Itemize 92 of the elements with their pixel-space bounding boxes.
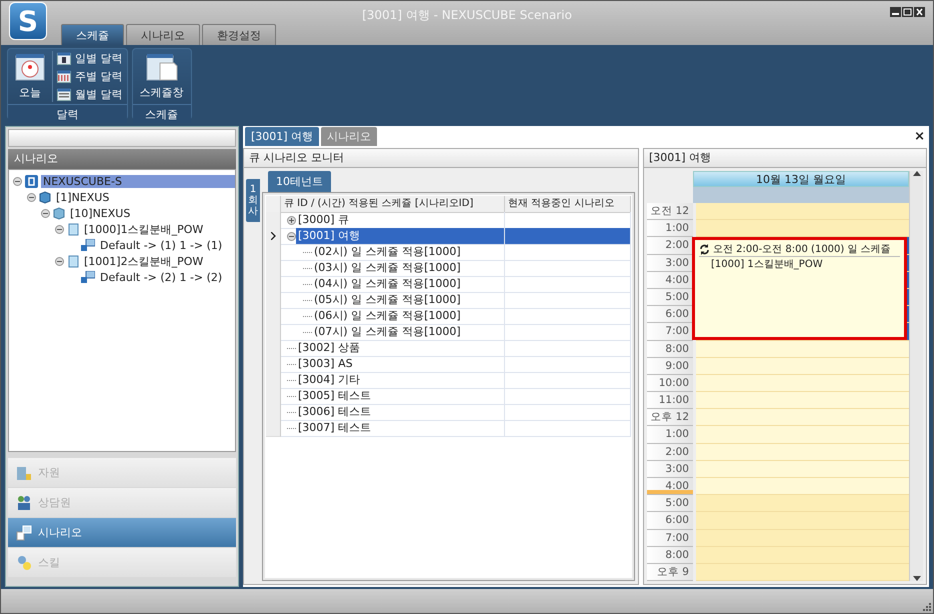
side-tab[interactable]: 1회사: [246, 179, 260, 222]
tree-cell: (02시) 일 스케쥴 적용[1000]: [312, 244, 504, 260]
panel-title: [3001] 여행: [644, 149, 926, 168]
tree-cell: [3003] AS: [296, 356, 504, 372]
collapse-toggle-icon[interactable]: [13, 176, 22, 186]
time-label: 1:00: [647, 426, 693, 444]
tree-item[interactable]: [1001]2스킬분배_POW: [82, 254, 206, 268]
menu-tab[interactable]: 시나리오: [126, 24, 200, 45]
tree-cell: (05시) 일 스케쥴 적용[1000]: [312, 292, 504, 308]
appointment-text: [1000] 1스킬분배_POW: [710, 258, 824, 272]
time-label: 4:00: [647, 478, 693, 496]
tree-cell: [3004] 기타: [296, 372, 504, 388]
tree-cell: (07시) 일 스케쥴 적용[1000]: [312, 324, 504, 340]
scroll-up-icon[interactable]: [912, 171, 920, 176]
collapse-toggle-icon[interactable]: [27, 192, 36, 202]
time-label: 오후 9: [647, 564, 693, 582]
menu-tab[interactable]: 스케쥴: [61, 24, 124, 45]
time-label: 3:00: [647, 460, 693, 478]
resize-grip-icon: [923, 603, 931, 611]
time-label: 10:00: [647, 374, 693, 392]
tree-item[interactable]: [1]NEXUS: [54, 190, 112, 204]
calendar-icon: [57, 88, 71, 101]
tree-cell: [3007] 테스트: [296, 420, 504, 436]
tree-item[interactable]: NEXUSCUBE-S: [41, 174, 235, 188]
scroll-down-icon[interactable]: [912, 576, 920, 581]
collapse-toggle-icon[interactable]: [55, 224, 64, 234]
minimize-icon[interactable]: [890, 7, 901, 17]
speech-bubble-icon: [81, 270, 95, 284]
document-bubble-icon: [16, 524, 32, 540]
app-square-icon: [25, 174, 38, 188]
calendar-page-icon: [146, 53, 178, 81]
close-button[interactable]: ×: [914, 128, 925, 144]
tree-cell: [3002] 상품: [296, 340, 504, 356]
document-icon: [67, 254, 79, 268]
calendar-clock-icon: [15, 53, 45, 81]
tree-item[interactable]: [1000]1스킬분배_POW: [82, 222, 206, 236]
collapse-toggle-icon[interactable]: [55, 256, 64, 266]
people-icon: [16, 494, 32, 510]
document-tab[interactable]: [3001] 여행: [245, 127, 320, 146]
column-header: 현재 적용중인 시나리오: [505, 196, 631, 213]
tree-cell: [3001] 여행: [296, 228, 504, 244]
panel-title: 큐 시나리오 모니터: [244, 149, 638, 168]
tree-cell: [3005] 테스트: [296, 388, 504, 404]
time-label: 오후 12: [647, 409, 693, 426]
row-header: [266, 420, 281, 437]
time-label: 1:00: [647, 220, 693, 238]
ribbon-button[interactable]: 일별 달력: [57, 51, 122, 66]
building-chart-icon: [16, 464, 32, 480]
ribbon-button[interactable]: 오늘: [12, 51, 48, 102]
window-title: [3001] 여행 - NEXUSCUBE Scenario: [362, 7, 572, 24]
tree-item[interactable]: [10]NEXUS: [68, 206, 132, 220]
time-label: 8:00: [647, 546, 693, 564]
tree-cell: [3006] 테스트: [296, 404, 504, 420]
expand-toggle-icon[interactable]: [287, 216, 296, 224]
menu-tab[interactable]: 환경설정: [202, 24, 276, 45]
time-label: 2:00: [647, 444, 693, 461]
app-logo: S: [9, 2, 47, 40]
time-label: 9:00: [647, 358, 693, 375]
appointment[interactable]: 오전 2:00-오전 8:00 (1000) 일 스케쥴 [1000] 1스킬분배_POW: [692, 237, 907, 340]
time-label: 5:00: [647, 495, 693, 512]
speech-bubble-icon: [81, 238, 95, 252]
time-label: 7:00: [647, 530, 693, 547]
time-label: 8:00: [647, 340, 693, 358]
person-bulb-icon: [16, 554, 32, 570]
close-icon[interactable]: [914, 7, 925, 17]
tenant-tab[interactable]: 10테넌트: [268, 171, 331, 192]
row-pointer-icon: [270, 232, 276, 240]
header-cell: [266, 196, 281, 213]
maximize-icon[interactable]: [902, 7, 913, 17]
ribbon-button[interactable]: 월별 달력: [57, 87, 122, 102]
calendar-icon: [57, 70, 71, 83]
tree-cell: (04시) 일 스케쥴 적용[1000]: [312, 276, 504, 292]
time-label: 6:00: [647, 512, 693, 530]
cube-icon: [53, 206, 65, 220]
tree-item[interactable]: Default -> (2) 1 -> (2): [98, 270, 224, 284]
panel-title: 시나리오: [8, 149, 236, 169]
tree-cell: (06시) 일 스케쥴 적용[1000]: [312, 308, 504, 324]
cube-icon: [39, 190, 51, 204]
day-header: 10월 13일 월요일: [693, 171, 909, 187]
column-header: 큐 ID / (시간) 적용된 스케쥴 [시나리오ID]: [281, 196, 505, 213]
scrollbar[interactable]: [909, 203, 923, 581]
time-label: 11:00: [647, 392, 693, 410]
time-label: 오전 12: [647, 203, 693, 220]
document-icon: [67, 222, 79, 236]
tree-item[interactable]: Default -> (1) 1 -> (1): [98, 238, 224, 252]
ribbon-button[interactable]: 스케쥴창: [136, 51, 186, 102]
appointment-title: 오전 2:00-오전 8:00 (1000) 일 스케쥴: [713, 243, 891, 256]
collapse-toggle-icon[interactable]: [41, 208, 50, 218]
tree-cell: (03시) 일 스케쥴 적용[1000]: [312, 260, 504, 276]
ribbon-button[interactable]: 주별 달력: [57, 69, 122, 84]
collapse-toggle-icon[interactable]: [287, 232, 296, 240]
calendar-icon: [57, 52, 71, 65]
